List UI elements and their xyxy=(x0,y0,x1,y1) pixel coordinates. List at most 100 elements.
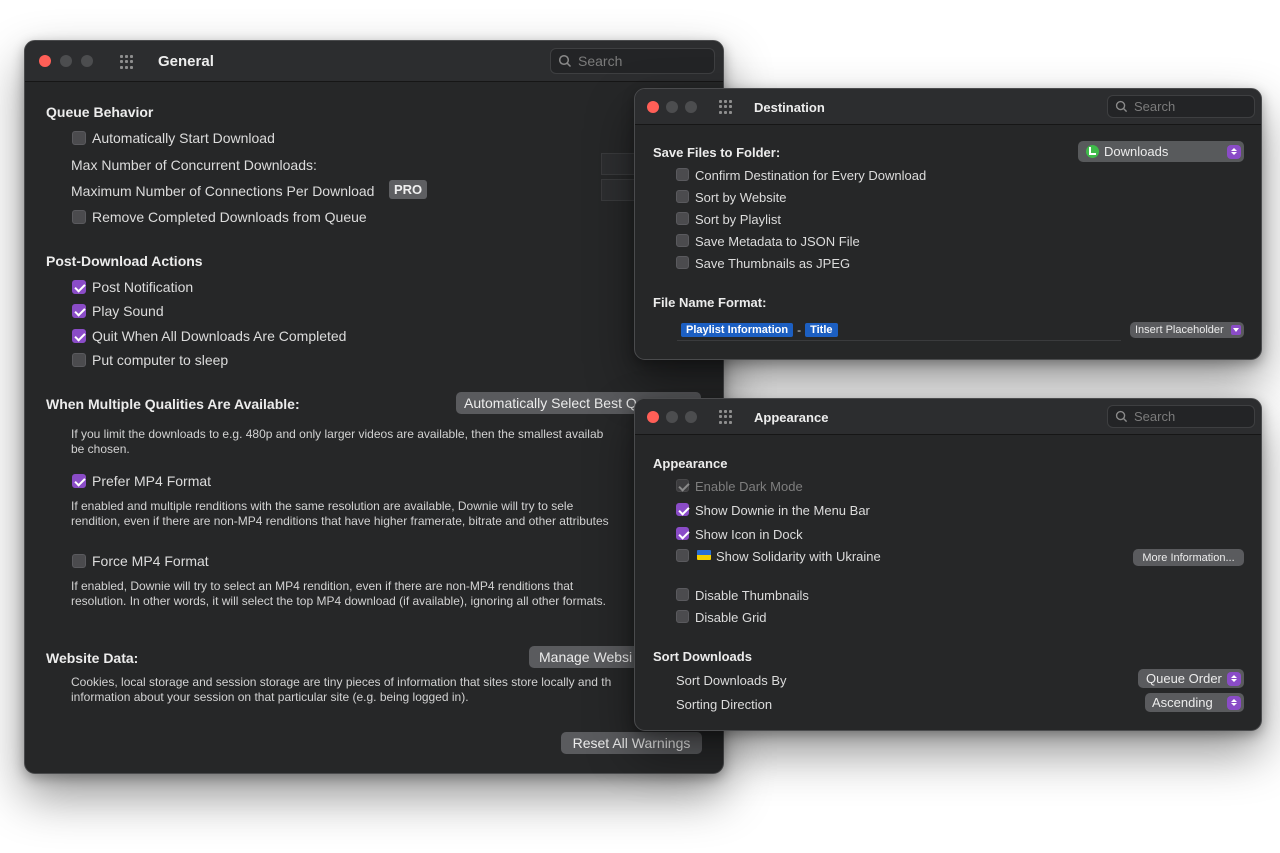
grid-icon[interactable] xyxy=(719,410,733,424)
auto-start-label: Automatically Start Download xyxy=(92,130,275,146)
reset-warnings-button[interactable]: Reset All Warnings xyxy=(561,732,702,754)
menu-bar-label: Show Downie in the Menu Bar xyxy=(695,503,870,518)
chevron-updown-icon xyxy=(1227,144,1241,159)
grid-icon[interactable] xyxy=(719,100,733,114)
folder-icon xyxy=(1086,145,1099,158)
sort-by-label: Sort Downloads By xyxy=(676,673,787,688)
max-connections-label: Maximum Number of Connections Per Downlo… xyxy=(71,183,375,199)
sleep-checkbox[interactable] xyxy=(72,353,86,367)
chevron-updown-icon xyxy=(1227,695,1241,710)
dock-checkbox[interactable] xyxy=(676,527,689,540)
menu-bar-checkbox[interactable] xyxy=(676,503,689,516)
sort-playlist-label: Sort by Playlist xyxy=(695,212,781,227)
prefer-mp4-desc-line2: rendition, even if there are non-MP4 ren… xyxy=(71,514,609,528)
search-placeholder: Search xyxy=(1134,99,1176,114)
general-titlebar: General Search xyxy=(25,41,723,82)
appearance-heading: Appearance xyxy=(653,456,728,471)
dock-label: Show Icon in Dock xyxy=(695,527,803,542)
force-mp4-desc-line1: If enabled, Downie will try to select an… xyxy=(71,579,574,593)
save-metadata-label: Save Metadata to JSON File xyxy=(695,234,860,249)
more-information-label: More Information... xyxy=(1142,551,1235,564)
search-placeholder: Search xyxy=(1134,409,1176,424)
play-sound-label: Play Sound xyxy=(92,303,164,319)
token-separator: - xyxy=(797,323,802,337)
sleep-label: Put computer to sleep xyxy=(92,352,229,368)
post-heading: Post-Download Actions xyxy=(46,253,203,269)
manage-websites-button[interactable]: Manage Websi xyxy=(529,646,649,668)
reset-warnings-label: Reset All Warnings xyxy=(572,735,691,751)
search-icon xyxy=(558,54,572,68)
folder-popup[interactable]: Downloads xyxy=(1078,141,1244,162)
search-icon xyxy=(1115,410,1128,423)
minimize-button[interactable] xyxy=(666,411,678,423)
search-field[interactable]: Search xyxy=(1107,95,1255,118)
post-notification-checkbox[interactable] xyxy=(72,280,86,294)
zoom-button[interactable] xyxy=(81,55,93,67)
general-window: General Search Queue Behavior Automatica… xyxy=(24,40,724,774)
search-field[interactable]: Search xyxy=(550,48,715,74)
file-name-format-label: File Name Format: xyxy=(653,295,767,310)
playlist-information-token[interactable]: Playlist Information xyxy=(681,323,794,337)
auto-start-checkbox[interactable] xyxy=(72,131,86,145)
remove-completed-checkbox[interactable] xyxy=(72,210,86,224)
disable-thumbnails-checkbox[interactable] xyxy=(676,588,689,601)
disable-grid-label: Disable Grid xyxy=(695,610,767,625)
destination-window: Destination Search Save Files to Folder:… xyxy=(634,88,1262,360)
quit-checkbox[interactable] xyxy=(72,329,86,343)
sort-by-value: Queue Order xyxy=(1146,671,1222,686)
save-metadata-checkbox[interactable] xyxy=(676,234,689,247)
window-controls xyxy=(39,55,93,67)
search-icon xyxy=(1115,100,1128,113)
insert-placeholder-label: Insert Placeholder xyxy=(1135,324,1224,336)
more-information-button[interactable]: More Information... xyxy=(1133,549,1244,566)
solidarity-checkbox[interactable] xyxy=(676,549,689,562)
prefer-mp4-checkbox[interactable] xyxy=(72,474,86,488)
appearance-window: Appearance Search Appearance Enable Dark… xyxy=(634,398,1262,731)
prefer-mp4-desc-line1: If enabled and multiple renditions with … xyxy=(71,499,574,513)
minimize-button[interactable] xyxy=(666,101,678,113)
max-concurrent-label: Max Number of Concurrent Downloads: xyxy=(71,157,317,173)
force-mp4-label: Force MP4 Format xyxy=(92,553,209,569)
zoom-button[interactable] xyxy=(685,411,697,423)
disable-grid-checkbox[interactable] xyxy=(676,610,689,623)
close-button[interactable] xyxy=(647,101,659,113)
close-button[interactable] xyxy=(647,411,659,423)
save-folder-label: Save Files to Folder: xyxy=(653,145,781,160)
remove-completed-label: Remove Completed Downloads from Queue xyxy=(92,209,367,225)
zoom-button[interactable] xyxy=(685,101,697,113)
solidarity-label: Show Solidarity with Ukraine xyxy=(716,549,881,564)
search-placeholder: Search xyxy=(578,53,623,69)
sort-playlist-checkbox[interactable] xyxy=(676,212,689,225)
confirm-destination-label: Confirm Destination for Every Download xyxy=(695,168,927,183)
prefer-mp4-label: Prefer MP4 Format xyxy=(92,473,212,489)
confirm-destination-checkbox[interactable] xyxy=(676,168,689,181)
force-mp4-checkbox[interactable] xyxy=(72,554,86,568)
chevron-updown-icon xyxy=(1227,671,1241,686)
qualities-desc-line2: be chosen. xyxy=(71,442,130,456)
quality-popup-label: Automatically Select Best Q xyxy=(464,395,637,411)
ukraine-flag-icon xyxy=(697,550,711,560)
force-mp4-desc-line2: resolution. In other words, it will sele… xyxy=(71,594,606,608)
pro-badge: PRO xyxy=(389,180,428,199)
disable-thumbnails-label: Disable Thumbnails xyxy=(695,588,809,603)
dark-mode-checkbox xyxy=(676,479,689,492)
file-name-format-field[interactable]: Playlist Information - Title xyxy=(677,320,1121,341)
insert-placeholder-button[interactable]: Insert Placeholder xyxy=(1130,322,1244,338)
quit-label: Quit When All Downloads Are Completed xyxy=(92,328,347,344)
save-thumbnails-label: Save Thumbnails as JPEG xyxy=(695,256,851,271)
qualities-desc-line1: If you limit the downloads to e.g. 480p … xyxy=(71,427,604,441)
sort-by-popup[interactable]: Queue Order xyxy=(1138,669,1244,688)
title-token[interactable]: Title xyxy=(805,323,838,337)
window-title: Appearance xyxy=(754,410,829,425)
window-title: Destination xyxy=(754,100,825,115)
post-notification-label: Post Notification xyxy=(92,279,194,295)
window-controls xyxy=(647,411,697,423)
close-button[interactable] xyxy=(39,55,51,67)
grid-icon[interactable] xyxy=(120,55,134,69)
search-field[interactable]: Search xyxy=(1107,405,1255,428)
save-thumbnails-checkbox[interactable] xyxy=(676,256,689,269)
minimize-button[interactable] xyxy=(60,55,72,67)
play-sound-checkbox[interactable] xyxy=(72,304,86,318)
sort-website-checkbox[interactable] xyxy=(676,190,689,203)
sorting-direction-popup[interactable]: Ascending xyxy=(1145,693,1244,712)
